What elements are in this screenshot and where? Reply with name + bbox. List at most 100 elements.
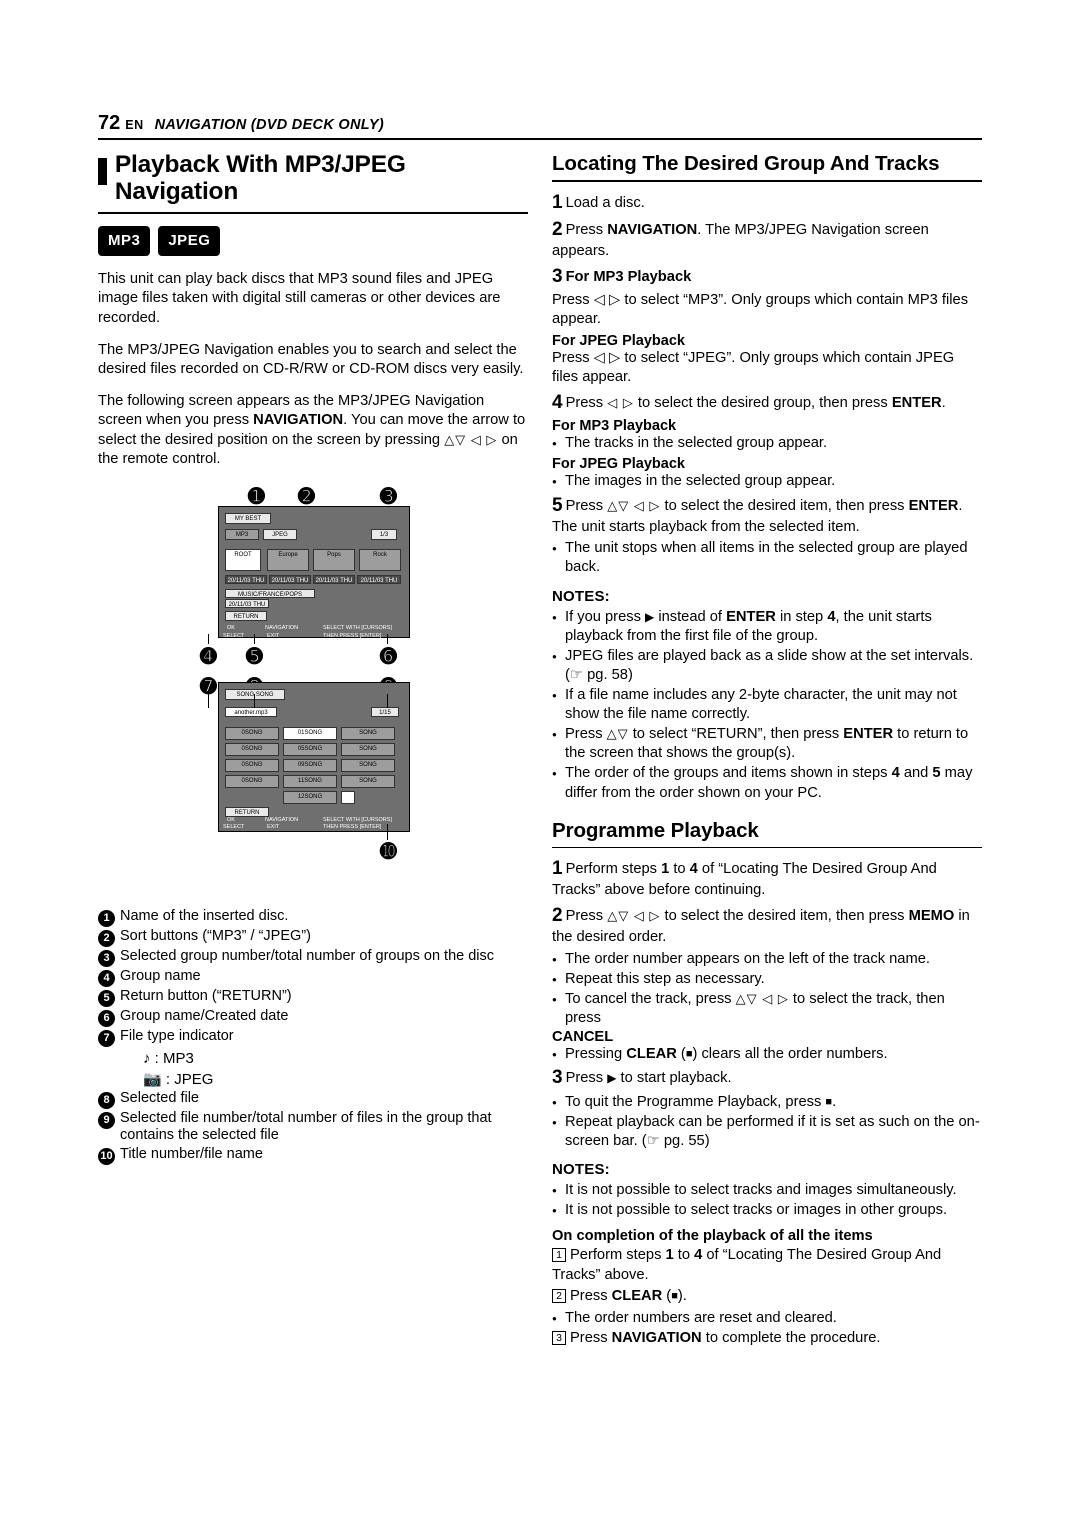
- step-number: 2: [552, 218, 563, 240]
- title-bar-mark: [98, 158, 107, 185]
- track-item-2-2[interactable]: 05SONG: [283, 742, 337, 756]
- note-2-2: It is not possible to select tracks or i…: [552, 1201, 982, 1221]
- track-item-4-3[interactable]: SONG: [341, 774, 395, 788]
- track-item-3-1[interactable]: 0SONG: [225, 758, 279, 772]
- callout-6: ➏: [380, 645, 397, 668]
- group-item-root[interactable]: ROOT: [225, 548, 261, 571]
- format-badges: MP3 JPEG: [98, 225, 528, 256]
- legend-label: Name of the inserted disc.: [120, 907, 289, 924]
- prog-bullet-4: Pressing CLEAR (■) clears all the order …: [552, 1045, 982, 1065]
- main-title-rule: [98, 211, 528, 214]
- badge-jpeg: JPEG: [158, 225, 221, 256]
- track-item-4-2[interactable]: 11SONG: [283, 774, 337, 788]
- prog-step-1: 1 Perform steps 1 to 4 of “Locating The D…: [552, 858, 937, 899]
- music-note-icon: ♪: [143, 1049, 151, 1067]
- legend-number: 4: [98, 969, 115, 987]
- completion-bullet: The order numbers are reset and cleared.: [552, 1309, 982, 1329]
- footer2-enter-hint: THEN PRESS [ENTER]: [323, 823, 382, 830]
- legend-number: 10: [98, 1148, 115, 1166]
- legend-jpeg-label: : JPEG: [165, 1070, 214, 1088]
- sort-button-mp3[interactable]: MP3: [225, 528, 259, 540]
- prog-bullet-6: Repeat playback can be performed if it i…: [552, 1113, 982, 1151]
- legend-number: 6: [98, 1009, 115, 1027]
- note-1-3: If a file name includes any 2-byte chara…: [552, 686, 982, 724]
- legend-item-4: 4 Group name: [98, 968, 538, 987]
- badge-mp3: MP3: [98, 225, 151, 256]
- group-date-4: 20/11/03 THU: [357, 574, 401, 584]
- track-item-5-3[interactable]: [341, 790, 355, 804]
- prog-step-2: 2 Press △▽ ◁ ▷ to select the desired item…: [552, 904, 970, 946]
- legend-number: 9: [98, 1111, 115, 1129]
- footer-exit-label: EXIT: [267, 632, 280, 639]
- legend-item-1: 1 Name of the inserted disc.: [98, 908, 538, 927]
- section-heading-rule-1: [552, 180, 982, 182]
- return-button-2[interactable]: RETURN: [225, 806, 269, 817]
- legend-item-5: 5 Return button (“RETURN”): [98, 988, 538, 1007]
- step-number: 3: [552, 1067, 563, 1089]
- step-number-box: 3: [552, 1330, 566, 1345]
- legend-item-8: 8 Selected file: [98, 1090, 538, 1109]
- section-heading-locating: Locating The Desired Group And Tracks: [552, 152, 940, 175]
- step-3-label: For MP3 Playback: [565, 268, 692, 285]
- callout-10: ➓: [380, 840, 397, 863]
- legend-number: 2: [98, 929, 115, 947]
- step-number: 1: [552, 858, 563, 880]
- legend-item-3: 3 Selected group number/total number of …: [98, 948, 538, 967]
- leader-9: [387, 693, 388, 708]
- track-item-1-3[interactable]: SONG: [341, 726, 395, 740]
- figure-legend: 1 Name of the inserted disc. 2 Sort butt…: [98, 908, 538, 1166]
- main-title-row: Playback With MP3/JPEG Navigation: [98, 151, 528, 206]
- step-5-select-item: 5 Press △▽ ◁ ▷ to select the desired item…: [552, 494, 963, 535]
- legend-label: Return button (“RETURN”): [120, 987, 292, 1004]
- leader-4: [208, 633, 209, 644]
- track-item-5-2[interactable]: 12SONG: [283, 790, 337, 804]
- group-item-rock[interactable]: Rock: [359, 548, 401, 571]
- group-path-date: 20/11/03 THU: [225, 598, 269, 608]
- completion-step-1: 1 Perform steps 1 to 4 of “Locating The D…: [552, 1247, 942, 1283]
- step-number: 5: [552, 494, 563, 516]
- step-number-box: 2: [552, 1289, 566, 1304]
- step-4-jpeg-bullet: The images in the selected group appear.: [552, 472, 982, 492]
- callout-4: ➍: [200, 645, 217, 668]
- step-3-jpeg-body: Press ◁ ▷ to select “JPEG”. Only groups …: [552, 349, 955, 386]
- track-item-2-3[interactable]: SONG: [341, 742, 395, 756]
- step-1-load-disc: 1 Load a disc.: [552, 190, 982, 215]
- group-item-pops[interactable]: Pops: [313, 548, 355, 571]
- nav-screen-tracks: SONG SONG another.mp3 1/15 0SONG 01SONG …: [218, 681, 410, 832]
- prog-bullet-5: To quit the Programme Playback, press ■.: [552, 1093, 982, 1113]
- note-2-1: It is not possible to select tracks and …: [552, 1181, 982, 1201]
- group-date-2: 20/11/03 THU: [269, 574, 311, 584]
- file-count-field: 1/15: [371, 706, 399, 717]
- step-5-bullet: The unit stops when all items in the sel…: [552, 539, 982, 577]
- track-item-2-1[interactable]: 0SONG: [225, 742, 279, 756]
- footer-enter-hint: THEN PRESS [ENTER]: [323, 632, 382, 639]
- manual-page: 72 EN NAVIGATION (DVD DECK ONLY) Playbac…: [0, 0, 1080, 1527]
- track-item-3-2[interactable]: 09SONG: [283, 758, 337, 772]
- note-1-1: If you press ▶ instead of ENTER in step …: [552, 608, 982, 646]
- footer2-navigation-label: NAVIGATION: [265, 816, 299, 823]
- group-item-europe[interactable]: Europe: [267, 548, 309, 571]
- sort-button-jpeg[interactable]: JPEG: [263, 528, 297, 540]
- step-4-select-group: 4 Press ◁ ▷ to select the desired group, …: [552, 392, 946, 414]
- step-3-select-format: 3 For MP3 Playback: [552, 264, 982, 289]
- leader-10: [387, 823, 388, 840]
- legend-label: Selected file number/total number of fil…: [120, 1109, 492, 1144]
- footer-select-label: SELECT: [223, 632, 245, 639]
- track-item-1-2[interactable]: 01SONG: [283, 726, 337, 740]
- completion-step-3: 3 Press NAVIGATION to complete the proced…: [552, 1329, 982, 1349]
- track-item-1-1[interactable]: 0SONG: [225, 726, 279, 740]
- notes-label-2: NOTES:: [552, 1160, 610, 1178]
- legend-label: Group name/Created date: [120, 1007, 289, 1024]
- track-item-4-1[interactable]: 0SONG: [225, 774, 279, 788]
- selected-file-field[interactable]: another.mp3: [225, 706, 277, 717]
- step-number: 1: [552, 191, 563, 213]
- footer2-ok-label: OK: [227, 816, 235, 823]
- page-number: 72: [98, 112, 121, 134]
- step-3-jpeg-head: For JPEG Playback: [552, 332, 685, 349]
- intro-paragraph-3: The following screen appears as the MP3/…: [98, 392, 526, 468]
- track-item-3-3[interactable]: SONG: [341, 758, 395, 772]
- leader-7: [208, 693, 209, 708]
- notes-label-1: NOTES:: [552, 587, 610, 605]
- step-number: 3: [552, 265, 563, 287]
- return-button[interactable]: RETURN: [225, 610, 267, 621]
